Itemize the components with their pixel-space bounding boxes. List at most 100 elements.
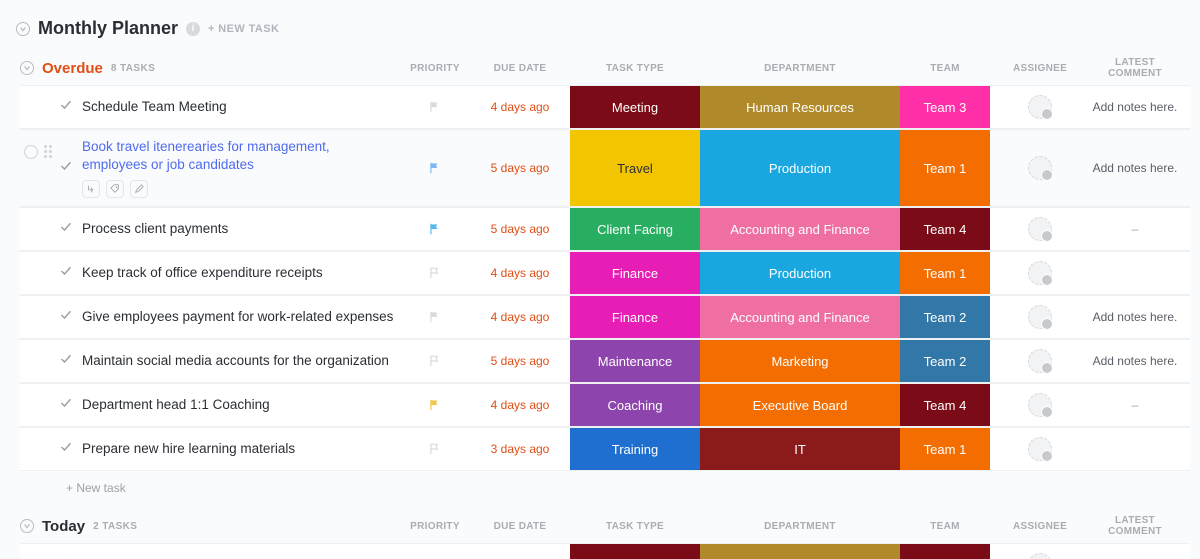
task-name[interactable]: Prepare new hire learning materials bbox=[82, 440, 295, 458]
col-team: TEAM bbox=[900, 63, 990, 74]
department-pill[interactable]: Human Resources bbox=[700, 544, 900, 559]
department-pill[interactable]: Production bbox=[700, 130, 900, 206]
task-name[interactable]: Maintain social media accounts for the o… bbox=[82, 352, 389, 370]
latest-comment[interactable]: – bbox=[1090, 398, 1180, 412]
check-icon[interactable] bbox=[60, 98, 72, 116]
check-icon[interactable] bbox=[60, 220, 72, 238]
task-type-pill[interactable]: Training bbox=[570, 428, 700, 470]
section-title: Overdue bbox=[42, 60, 103, 77]
assignee-avatar[interactable] bbox=[1028, 95, 1052, 119]
check-icon[interactable] bbox=[60, 396, 72, 414]
drag-handle-icon[interactable] bbox=[44, 145, 54, 159]
team-pill[interactable]: Team 3 bbox=[900, 86, 990, 128]
due-date[interactable]: 5 days ago bbox=[470, 161, 570, 175]
info-icon[interactable]: i bbox=[186, 22, 200, 36]
latest-comment[interactable]: Add notes here. bbox=[1090, 310, 1180, 324]
row-select-circle[interactable] bbox=[24, 145, 38, 159]
task-name[interactable]: Give employees payment for work-related … bbox=[82, 308, 393, 326]
assignee-avatar[interactable] bbox=[1028, 261, 1052, 285]
department-pill[interactable]: Accounting and Finance bbox=[700, 208, 900, 250]
task-type-pill[interactable]: Maintenance bbox=[570, 340, 700, 382]
task-name[interactable]: Schedule Team Meeting bbox=[82, 98, 227, 116]
due-date[interactable]: 4 days ago bbox=[470, 266, 570, 280]
task-row[interactable]: Keep track of office expenditure receipt… bbox=[20, 251, 1190, 295]
task-row[interactable]: Schedule Company Wide Meetings Today Mee… bbox=[20, 543, 1190, 559]
due-date[interactable]: 5 days ago bbox=[470, 222, 570, 236]
latest-comment[interactable]: Add notes here. bbox=[1090, 100, 1180, 114]
department-pill[interactable]: IT bbox=[700, 428, 900, 470]
priority-flag[interactable] bbox=[400, 310, 470, 324]
task-row[interactable]: Maintain social media accounts for the o… bbox=[20, 339, 1190, 383]
task-type-pill[interactable]: Client Facing bbox=[570, 208, 700, 250]
latest-comment[interactable]: – bbox=[1090, 222, 1180, 236]
task-row[interactable]: Department head 1:1 Coaching 4 days ago … bbox=[20, 383, 1190, 427]
priority-flag[interactable] bbox=[400, 100, 470, 114]
assignee-avatar[interactable] bbox=[1028, 156, 1052, 180]
due-date[interactable]: 4 days ago bbox=[470, 100, 570, 114]
check-icon[interactable] bbox=[60, 308, 72, 326]
task-row[interactable]: Process client payments 5 days ago Clien… bbox=[20, 207, 1190, 251]
task-type-pill[interactable]: Finance bbox=[570, 296, 700, 338]
page-title: Monthly Planner bbox=[38, 18, 178, 39]
due-date[interactable]: 3 days ago bbox=[470, 442, 570, 456]
assignee-avatar[interactable] bbox=[1028, 553, 1052, 559]
task-type-pill[interactable]: Coaching bbox=[570, 384, 700, 426]
department-pill[interactable]: Marketing bbox=[700, 340, 900, 382]
new-task-button[interactable]: + NEW TASK bbox=[208, 23, 279, 35]
team-pill[interactable]: Team 4 bbox=[900, 384, 990, 426]
assignee-avatar[interactable] bbox=[1028, 349, 1052, 373]
team-pill[interactable]: Team 4 bbox=[900, 208, 990, 250]
task-count: 8 TASKS bbox=[111, 63, 155, 74]
section-toggle[interactable] bbox=[20, 61, 34, 75]
check-icon[interactable] bbox=[60, 264, 72, 282]
assignee-avatar[interactable] bbox=[1028, 305, 1052, 329]
section-toggle[interactable] bbox=[20, 519, 34, 533]
priority-flag[interactable] bbox=[400, 222, 470, 236]
latest-comment[interactable]: Add notes here. bbox=[1090, 354, 1180, 368]
team-pill[interactable]: Team 2 bbox=[900, 340, 990, 382]
department-pill[interactable]: Human Resources bbox=[700, 86, 900, 128]
section-title: Today bbox=[42, 518, 85, 535]
task-name[interactable]: Process client payments bbox=[82, 220, 228, 238]
priority-flag[interactable] bbox=[400, 354, 470, 368]
task-name[interactable]: Department head 1:1 Coaching bbox=[82, 396, 270, 414]
priority-flag[interactable] bbox=[400, 442, 470, 456]
check-icon[interactable] bbox=[60, 159, 72, 177]
priority-flag[interactable] bbox=[400, 161, 470, 175]
edit-icon[interactable] bbox=[130, 180, 148, 198]
task-name[interactable]: Book travel itenerearies for management,… bbox=[82, 138, 394, 174]
team-pill[interactable]: Team 4 bbox=[900, 544, 990, 559]
priority-flag[interactable] bbox=[400, 398, 470, 412]
task-type-pill[interactable]: Finance bbox=[570, 252, 700, 294]
check-icon[interactable] bbox=[60, 352, 72, 370]
task-type-pill[interactable]: Meeting bbox=[570, 544, 700, 559]
team-pill[interactable]: Team 2 bbox=[900, 296, 990, 338]
department-pill[interactable]: Executive Board bbox=[700, 384, 900, 426]
assignee-avatar[interactable] bbox=[1028, 437, 1052, 461]
check-icon[interactable] bbox=[60, 440, 72, 458]
team-pill[interactable]: Team 1 bbox=[900, 252, 990, 294]
tag-icon[interactable] bbox=[106, 180, 124, 198]
task-row[interactable]: Schedule Team Meeting 4 days ago Meeting… bbox=[20, 85, 1190, 129]
department-pill[interactable]: Production bbox=[700, 252, 900, 294]
team-pill[interactable]: Team 1 bbox=[900, 428, 990, 470]
task-type-pill[interactable]: Meeting bbox=[570, 86, 700, 128]
due-date[interactable]: 4 days ago bbox=[470, 310, 570, 324]
team-pill[interactable]: Team 1 bbox=[900, 130, 990, 206]
department-pill[interactable]: Accounting and Finance bbox=[700, 296, 900, 338]
assignee-avatar[interactable] bbox=[1028, 393, 1052, 417]
page-collapse-toggle[interactable] bbox=[16, 22, 30, 36]
task-row[interactable]: Give employees payment for work-related … bbox=[20, 295, 1190, 339]
due-date[interactable]: 5 days ago bbox=[470, 354, 570, 368]
latest-comment[interactable]: Add notes here. bbox=[1090, 161, 1180, 175]
due-date[interactable]: 4 days ago bbox=[470, 398, 570, 412]
task-type-pill[interactable]: Travel bbox=[570, 130, 700, 206]
assignee-avatar[interactable] bbox=[1028, 217, 1052, 241]
col-due: DUE DATE bbox=[470, 521, 570, 532]
task-row[interactable]: Prepare new hire learning materials 3 da… bbox=[20, 427, 1190, 471]
task-name[interactable]: Keep track of office expenditure receipt… bbox=[82, 264, 323, 282]
subtask-icon[interactable] bbox=[82, 180, 100, 198]
task-row[interactable]: Book travel itenerearies for management,… bbox=[20, 129, 1190, 207]
priority-flag[interactable] bbox=[400, 266, 470, 280]
new-task-inline[interactable]: + New task bbox=[20, 471, 1190, 511]
